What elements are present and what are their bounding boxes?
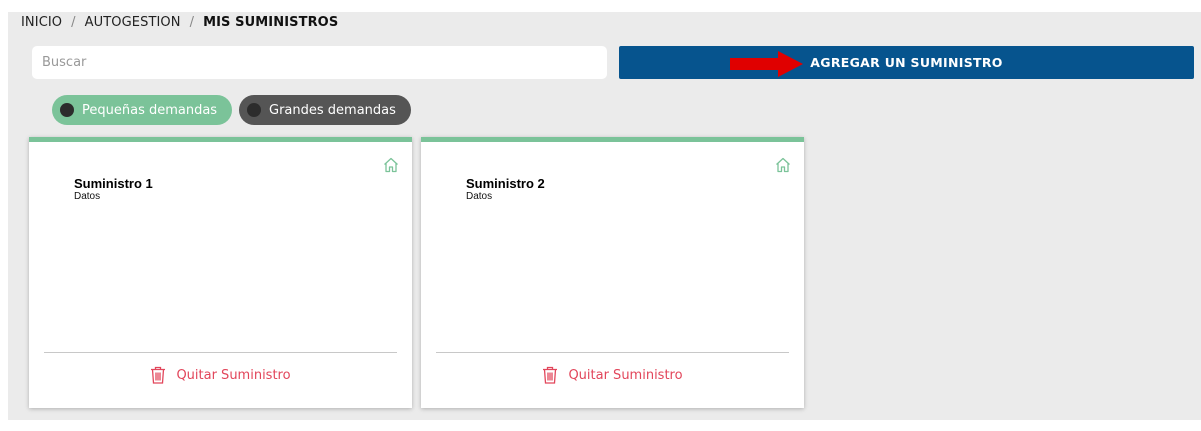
home-icon[interactable] [383, 157, 399, 173]
breadcrumb-inicio[interactable]: INICIO [21, 15, 62, 30]
remove-supply-label: Quitar Suministro [568, 367, 683, 383]
card-divider [44, 352, 397, 353]
card-title: Suministro 1 [74, 176, 153, 191]
breadcrumb-autogestion[interactable]: AUTOGESTION [85, 15, 181, 30]
remove-supply-button[interactable]: Quitar Suministro [421, 366, 804, 384]
filter-large-demand-label: Grandes demandas [269, 102, 396, 118]
card-title: Suministro 2 [466, 176, 545, 191]
add-supply-button[interactable]: AGREGAR UN SUMINISTRO [619, 46, 1194, 79]
breadcrumb-separator: / [189, 15, 195, 30]
card-divider [436, 352, 789, 353]
remove-supply-button[interactable]: Quitar Suministro [29, 366, 412, 384]
annotation-arrow-icon [730, 51, 803, 77]
breadcrumb-separator: / [71, 15, 76, 30]
breadcrumb-current: MIS SUMINISTROS [203, 15, 339, 30]
supply-card: Suministro 2 Datos Quitar Suministro [421, 137, 804, 408]
filter-small-demand-toggle[interactable]: Pequeñas demandas [52, 95, 232, 125]
toggle-dot-icon [60, 103, 74, 117]
remove-supply-label: Quitar Suministro [176, 367, 291, 383]
home-icon[interactable] [775, 157, 791, 173]
card-subtitle: Datos [466, 191, 493, 202]
filter-large-demand-toggle[interactable]: Grandes demandas [239, 95, 411, 125]
filter-small-demand-label: Pequeñas demandas [82, 102, 218, 118]
card-subtitle: Datos [74, 191, 101, 202]
toggle-dot-icon [247, 103, 261, 117]
breadcrumb: INICIO / AUTOGESTION / MIS SUMINISTROS [21, 15, 338, 30]
search-input[interactable] [32, 46, 607, 79]
trash-icon [151, 366, 166, 384]
trash-icon [543, 366, 558, 384]
supply-card: Suministro 1 Datos Quitar Suministro [29, 137, 412, 408]
